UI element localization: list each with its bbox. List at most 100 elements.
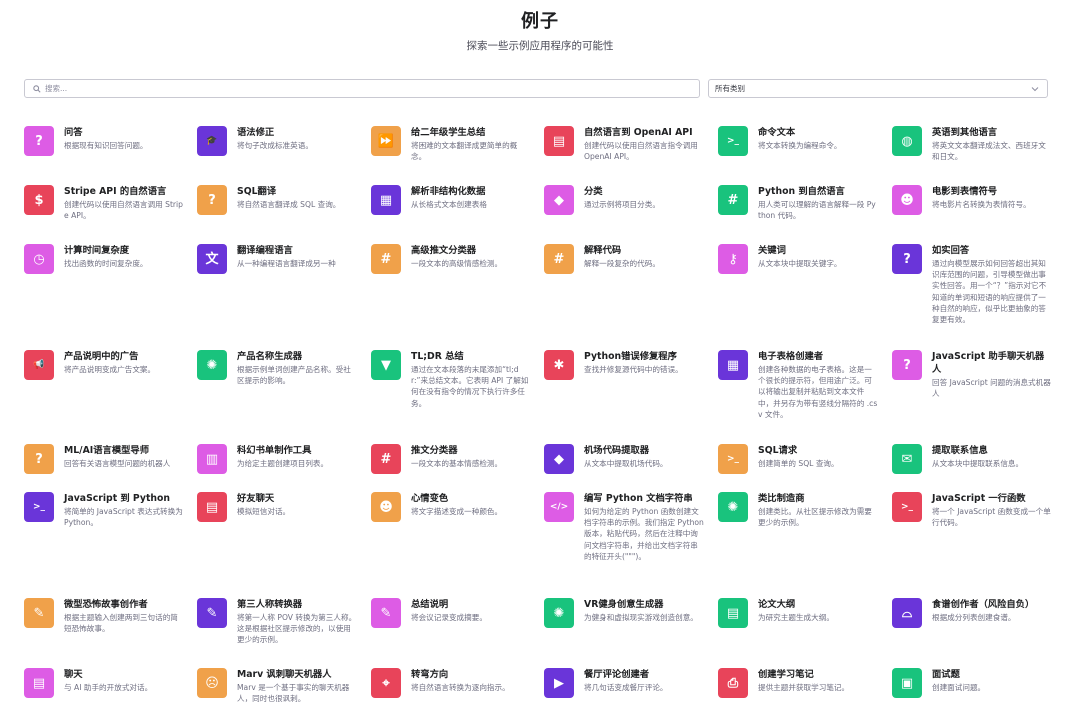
example-name: 解释代码 [584,245,622,256]
example-description: 将第一人称 POV 转换为第三人称。这是根据社区提示修改的，以使用更少的示例。 [237,613,357,645]
example-name: VR健身创意生成器 [584,599,664,610]
example-card[interactable]: ☻ 电影到表情符号 将电影片名转换为表情符号。 [892,185,1052,215]
example-card[interactable]: 🎓 语法修正 将句子改成标准英语。 [197,126,357,156]
example-card[interactable]: ? 问答 根据现有知识回答问题。 [24,126,184,156]
mail-icon: ✉ [892,444,922,474]
example-card[interactable]: ◆ 分类 通过示例将项目分类。 [544,185,704,215]
example-description: 根据主题输入创建两到三句话的简短恐怖故事。 [64,613,178,634]
hashtag-icon: # [718,185,748,215]
icon-glyph: ✱ [553,357,565,373]
question-icon: ? [892,350,922,380]
example-text: 论文大纲 为研究主题生成大纲。 [758,598,878,628]
briefcase-icon: ▣ [892,668,922,698]
example-card[interactable]: ? SQL翻译 将自然语言翻译成 SQL 查询。 [197,185,357,215]
example-card[interactable]: ✎ 总结说明 将会议记录变成摘要。 [371,598,531,628]
book-icon: ▥ [197,444,227,474]
example-card[interactable]: # 推文分类器 一段文本的基本情感检测。 [371,444,531,474]
table-icon: ▦ [371,185,401,215]
example-description: 为研究主题生成大纲。 [758,613,834,622]
example-description: 解释一段复杂的代码。 [584,259,660,268]
example-description: 为健身和虚拟现实游戏创造创意。 [584,613,698,622]
example-description: 通过示例将项目分类。 [584,200,660,209]
example-card[interactable]: ▦ 解析非结构化数据 从长格式文本创建表格 [371,185,531,215]
example-card[interactable]: ▶ 餐厅评论创建者 将几句话变成餐厅评论。 [544,668,704,698]
example-card[interactable]: ▦ 电子表格创建者 创建各种数据的电子表格。这是一个很长的提示符，但用途广泛。可以将… [718,350,878,420]
example-name: 机场代码提取器 [584,445,650,456]
example-card[interactable]: ⌓ 食谱创作者（风险自负） 根据成分列表创建食谱。 [892,598,1052,628]
example-card[interactable]: ? 如实回答 通过向模型展示如何回答超出其知识库范围的问题，引导模型做出事实性回答。… [892,244,1052,325]
example-description: 用人类可以理解的语言解释一段 Python 代码。 [758,200,876,221]
example-card[interactable]: ✺ 产品名称生成器 根据示例单词创建产品名称。受社区提示的影响。 [197,350,357,386]
example-description: 从文本块中提取联系信息。 [932,459,1024,468]
icon-glyph: >_ [900,501,914,512]
example-card[interactable]: ✉ 提取联系信息 从文本块中提取联系信息。 [892,444,1052,474]
search-input[interactable] [45,84,645,93]
question-icon: ? [24,126,54,156]
example-text: 翻译编程语言 从一种编程语言翻译成另一种 [237,244,357,274]
example-name: SQL翻译 [237,186,277,197]
video-icon: ▶ [544,668,574,698]
example-card[interactable]: ☹ Marv 讽刺聊天机器人 Marv 是一个基于事实的聊天机器人，同时也很讽刺。 [197,668,357,704]
example-card[interactable]: >_ SQL请求 创建简单的 SQL 查询。 [718,444,878,474]
example-card[interactable]: >_ 命令文本 将文本转换为编程命令。 [718,126,878,156]
example-name: 英语到其他语言 [932,127,998,138]
icon-glyph: ✺ [553,605,565,621]
example-card[interactable]: ◍ 英语到其他语言 将英文文本翻译成法文、西班牙文和日文。 [892,126,1052,162]
example-card[interactable]: ⌖ 转弯方向 将自然语言转换为逐向指示。 [371,668,531,698]
example-card[interactable]: ? JavaScript 助手聊天机器人 回答 JavaScript 问题的消息式机… [892,350,1052,399]
example-card[interactable]: ? ML/AI语言模型导师 回答有关语言模型问题的机器人 [24,444,184,474]
example-description: 与 AI 助手的开放式对话。 [64,683,153,692]
icon-glyph: ✎ [206,605,218,621]
icon-glyph: ? [35,133,43,149]
example-card[interactable]: ▤ 论文大纲 为研究主题生成大纲。 [718,598,878,628]
example-card[interactable]: 📢 产品说明中的广告 将产品说明变成广告文案。 [24,350,184,380]
example-card[interactable]: ✺ VR健身创意生成器为健身和虚拟现实游戏创造创意。 [544,598,704,628]
example-card[interactable]: ◆ 机场代码提取器 从文本中提取机场代码。 [544,444,704,474]
icon-glyph: ◆ [554,451,564,467]
example-name: 产品名称生成器 [237,351,303,362]
example-card[interactable]: # 解释代码 解释一段复杂的代码。 [544,244,704,274]
example-description: 模拟短信对话。 [237,507,291,516]
example-card[interactable]: ▤ 聊天与 AI 助手的开放式对话。 [24,668,184,698]
example-description: 创建代码以使用自然语言调用 Stripe API。 [64,200,183,221]
example-name: 电子表格创建者 [758,351,824,362]
example-card[interactable]: ✺ 类比制造商 创建类比。从社区提示修改为需要更少的示例。 [718,492,878,528]
example-card[interactable]: ◷ 计算时间复杂度 找出函数的时间复杂度。 [24,244,184,274]
example-card[interactable]: ☻ 心情变色 将文字描述变成一种颜色。 [371,492,531,522]
icon-glyph: ⏩ [377,133,395,149]
example-text: 食谱创作者（风险自负） 根据成分列表创建食谱。 [932,598,1052,628]
example-card[interactable]: ✱ Python错误修复程序 查找并修复源代码中的错误。 [544,350,704,380]
example-description: 如何为给定的 Python 函数创建文档字符串的示例。我们指定 Python 版… [584,507,704,561]
example-card[interactable]: # 高级推文分类器 一段文本的高级情感检测。 [371,244,531,274]
example-description: 从一种编程语言翻译成另一种 [237,259,336,268]
icon-glyph: ▼ [381,357,391,373]
example-description: 找出函数的时间复杂度。 [64,259,148,268]
example-card[interactable]: ⏩ 给二年级学生总结 将困难的文本翻译成更简单的概念。 [371,126,531,162]
example-card[interactable]: 文 翻译编程语言 从一种编程语言翻译成另一种 [197,244,357,274]
example-text: JavaScript 到 Python 将简单的 JavaScript 表达式转换… [64,492,184,528]
example-description: 将句子改成标准英语。 [237,141,313,150]
example-card[interactable]: $ Stripe API 的自然语言 创建代码以使用自然语言调用 Stripe AP… [24,185,184,221]
example-card[interactable]: ▣ 面试题 创建面试问题。 [892,668,1052,698]
code-icon: </> [544,492,574,522]
example-card[interactable]: ⎙ 创建学习笔记 提供主题并获取学习笔记。 [718,668,878,698]
example-text: 科幻书单制作工具 为给定主题创建项目列表。 [237,444,357,474]
example-description: 将产品说明变成广告文案。 [64,365,156,374]
example-card[interactable]: # Python 到自然语言 用人类可以理解的语言解释一段 Python 代码。 [718,185,878,221]
example-card[interactable]: ✎ 第三人称转换器 将第一人称 POV 转换为第三人称。这是根据社区提示修改的，以使… [197,598,357,646]
example-card[interactable]: ▤ 好友聊天 模拟短信对话。 [197,492,357,522]
example-card[interactable]: ▥ 科幻书单制作工具 为给定主题创建项目列表。 [197,444,357,474]
example-card[interactable]: ▼ TL;DR 总结 通过在文本段落的末尾添加“tl;dr:”来总结文本。它表明 A… [371,350,531,409]
lightbulb-icon: ✺ [544,598,574,628]
example-card[interactable]: >_ JavaScript 一行函数 将一个 JavaScript 函数变成一个单行… [892,492,1052,528]
example-card[interactable]: ▤ 自然语言到 OpenAI API 创建代码以使用自然语言指令调用 OpenAI … [544,126,704,162]
icon-glyph: 📢 [33,359,45,370]
example-card[interactable]: ⚷ 关键词 从文本块中提取关键字。 [718,244,878,274]
example-name: 科幻书单制作工具 [237,445,312,456]
search-box[interactable] [24,79,700,98]
example-card[interactable]: </> 编写 Python 文档字符串 如何为给定的 Python 函数创建文档字符… [544,492,704,562]
chat-icon: ▤ [544,126,574,156]
example-card[interactable]: >_ JavaScript 到 Python 将简单的 JavaScript 表达式… [24,492,184,528]
category-select[interactable]: 所有类别 [708,79,1048,98]
example-card[interactable]: ✎ 微型恐怖故事创作者 根据主题输入创建两到三句话的简短恐怖故事。 [24,598,184,634]
